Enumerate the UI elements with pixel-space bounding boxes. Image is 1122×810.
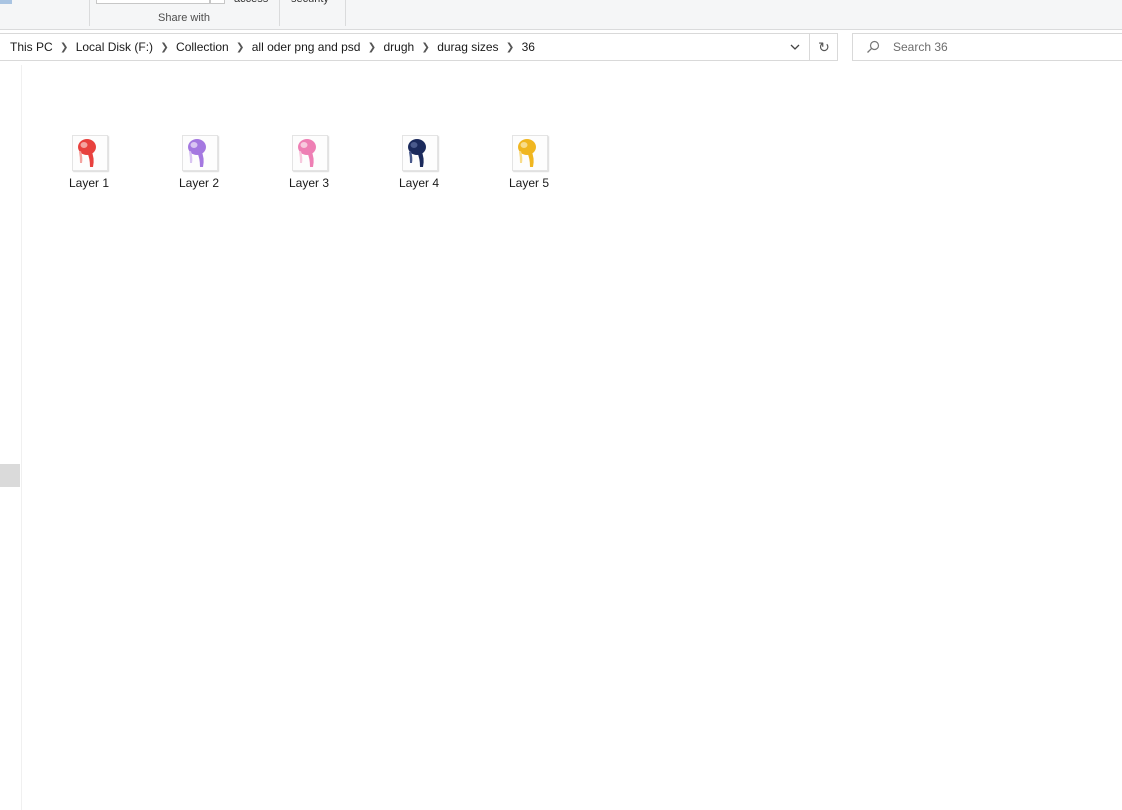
security-label[interactable]: security xyxy=(291,0,329,5)
file-name: Layer 3 xyxy=(288,176,330,190)
breadcrumb-collection[interactable]: Collection xyxy=(176,40,229,54)
image-thumbnail xyxy=(182,135,218,171)
chevron-right-icon[interactable]: ❯ xyxy=(360,42,383,53)
breadcrumb-this-pc[interactable]: This PC xyxy=(10,40,53,54)
access-label[interactable]: access xyxy=(234,0,268,5)
ribbon: access security Share with xyxy=(0,0,1122,30)
search-box[interactable]: Search 36 xyxy=(852,33,1122,61)
breadcrumb-local-disk[interactable]: Local Disk (F:) xyxy=(76,40,153,54)
file-name: Layer 1 xyxy=(68,176,110,190)
file-item[interactable]: Layer 4 xyxy=(379,133,459,193)
breadcrumb-drugh[interactable]: drugh xyxy=(383,40,414,54)
durag-image-icon xyxy=(78,139,96,167)
refresh-icon: ↻ xyxy=(818,38,830,55)
image-thumbnail xyxy=(512,135,548,171)
chevron-right-icon[interactable]: ❯ xyxy=(229,42,252,53)
ribbon-divider xyxy=(279,0,280,26)
chevron-right-icon[interactable]: ❯ xyxy=(499,42,522,53)
file-list-area[interactable]: Layer 1 Layer 2 Layer 3 Layer 4 Layer 5 xyxy=(22,65,1122,810)
file-name: Layer 5 xyxy=(508,176,550,190)
breadcrumb-all-oder[interactable]: all oder png and psd xyxy=(252,40,361,54)
file-name: Layer 2 xyxy=(178,176,220,190)
share-with-combo-button[interactable] xyxy=(210,0,225,4)
breadcrumb-durag-sizes[interactable]: durag sizes xyxy=(437,40,498,54)
file-item[interactable]: Layer 1 xyxy=(49,133,129,193)
durag-image-icon xyxy=(188,139,206,167)
nav-pane-scrollbar-thumb[interactable] xyxy=(0,464,20,487)
search-input[interactable]: Search 36 xyxy=(893,34,948,60)
address-bar[interactable]: This PC ❯ Local Disk (F:) ❯ Collection ❯… xyxy=(0,33,838,61)
share-with-group-label: Share with xyxy=(158,12,210,24)
breadcrumb-36[interactable]: 36 xyxy=(522,40,535,54)
image-thumbnail xyxy=(72,135,108,171)
file-explorer-window: access security Share with This PC ❯ Loc… xyxy=(0,0,1122,810)
chevron-right-icon[interactable]: ❯ xyxy=(153,42,176,53)
chevron-down-icon xyxy=(790,44,800,50)
image-thumbnail xyxy=(292,135,328,171)
durag-image-icon xyxy=(298,139,316,167)
ribbon-divider xyxy=(89,0,90,26)
durag-image-icon xyxy=(408,139,426,167)
durag-image-icon xyxy=(518,139,536,167)
refresh-button[interactable]: ↻ xyxy=(809,34,838,60)
navigation-pane[interactable] xyxy=(0,65,22,810)
file-name: Layer 4 xyxy=(398,176,440,190)
chevron-right-icon[interactable]: ❯ xyxy=(414,42,437,53)
chevron-right-icon[interactable]: ❯ xyxy=(53,42,76,53)
ribbon-divider xyxy=(345,0,346,26)
ribbon-edge xyxy=(0,0,12,4)
image-thumbnail xyxy=(402,135,438,171)
file-item[interactable]: Layer 2 xyxy=(159,133,239,193)
share-with-combo[interactable] xyxy=(96,0,210,4)
search-icon xyxy=(867,40,880,53)
file-item[interactable]: Layer 3 xyxy=(269,133,349,193)
address-row: This PC ❯ Local Disk (F:) ❯ Collection ❯… xyxy=(0,30,1122,65)
file-item[interactable]: Layer 5 xyxy=(489,133,569,193)
breadcrumb: This PC ❯ Local Disk (F:) ❯ Collection ❯… xyxy=(10,34,535,60)
address-dropdown-button[interactable] xyxy=(782,34,808,60)
